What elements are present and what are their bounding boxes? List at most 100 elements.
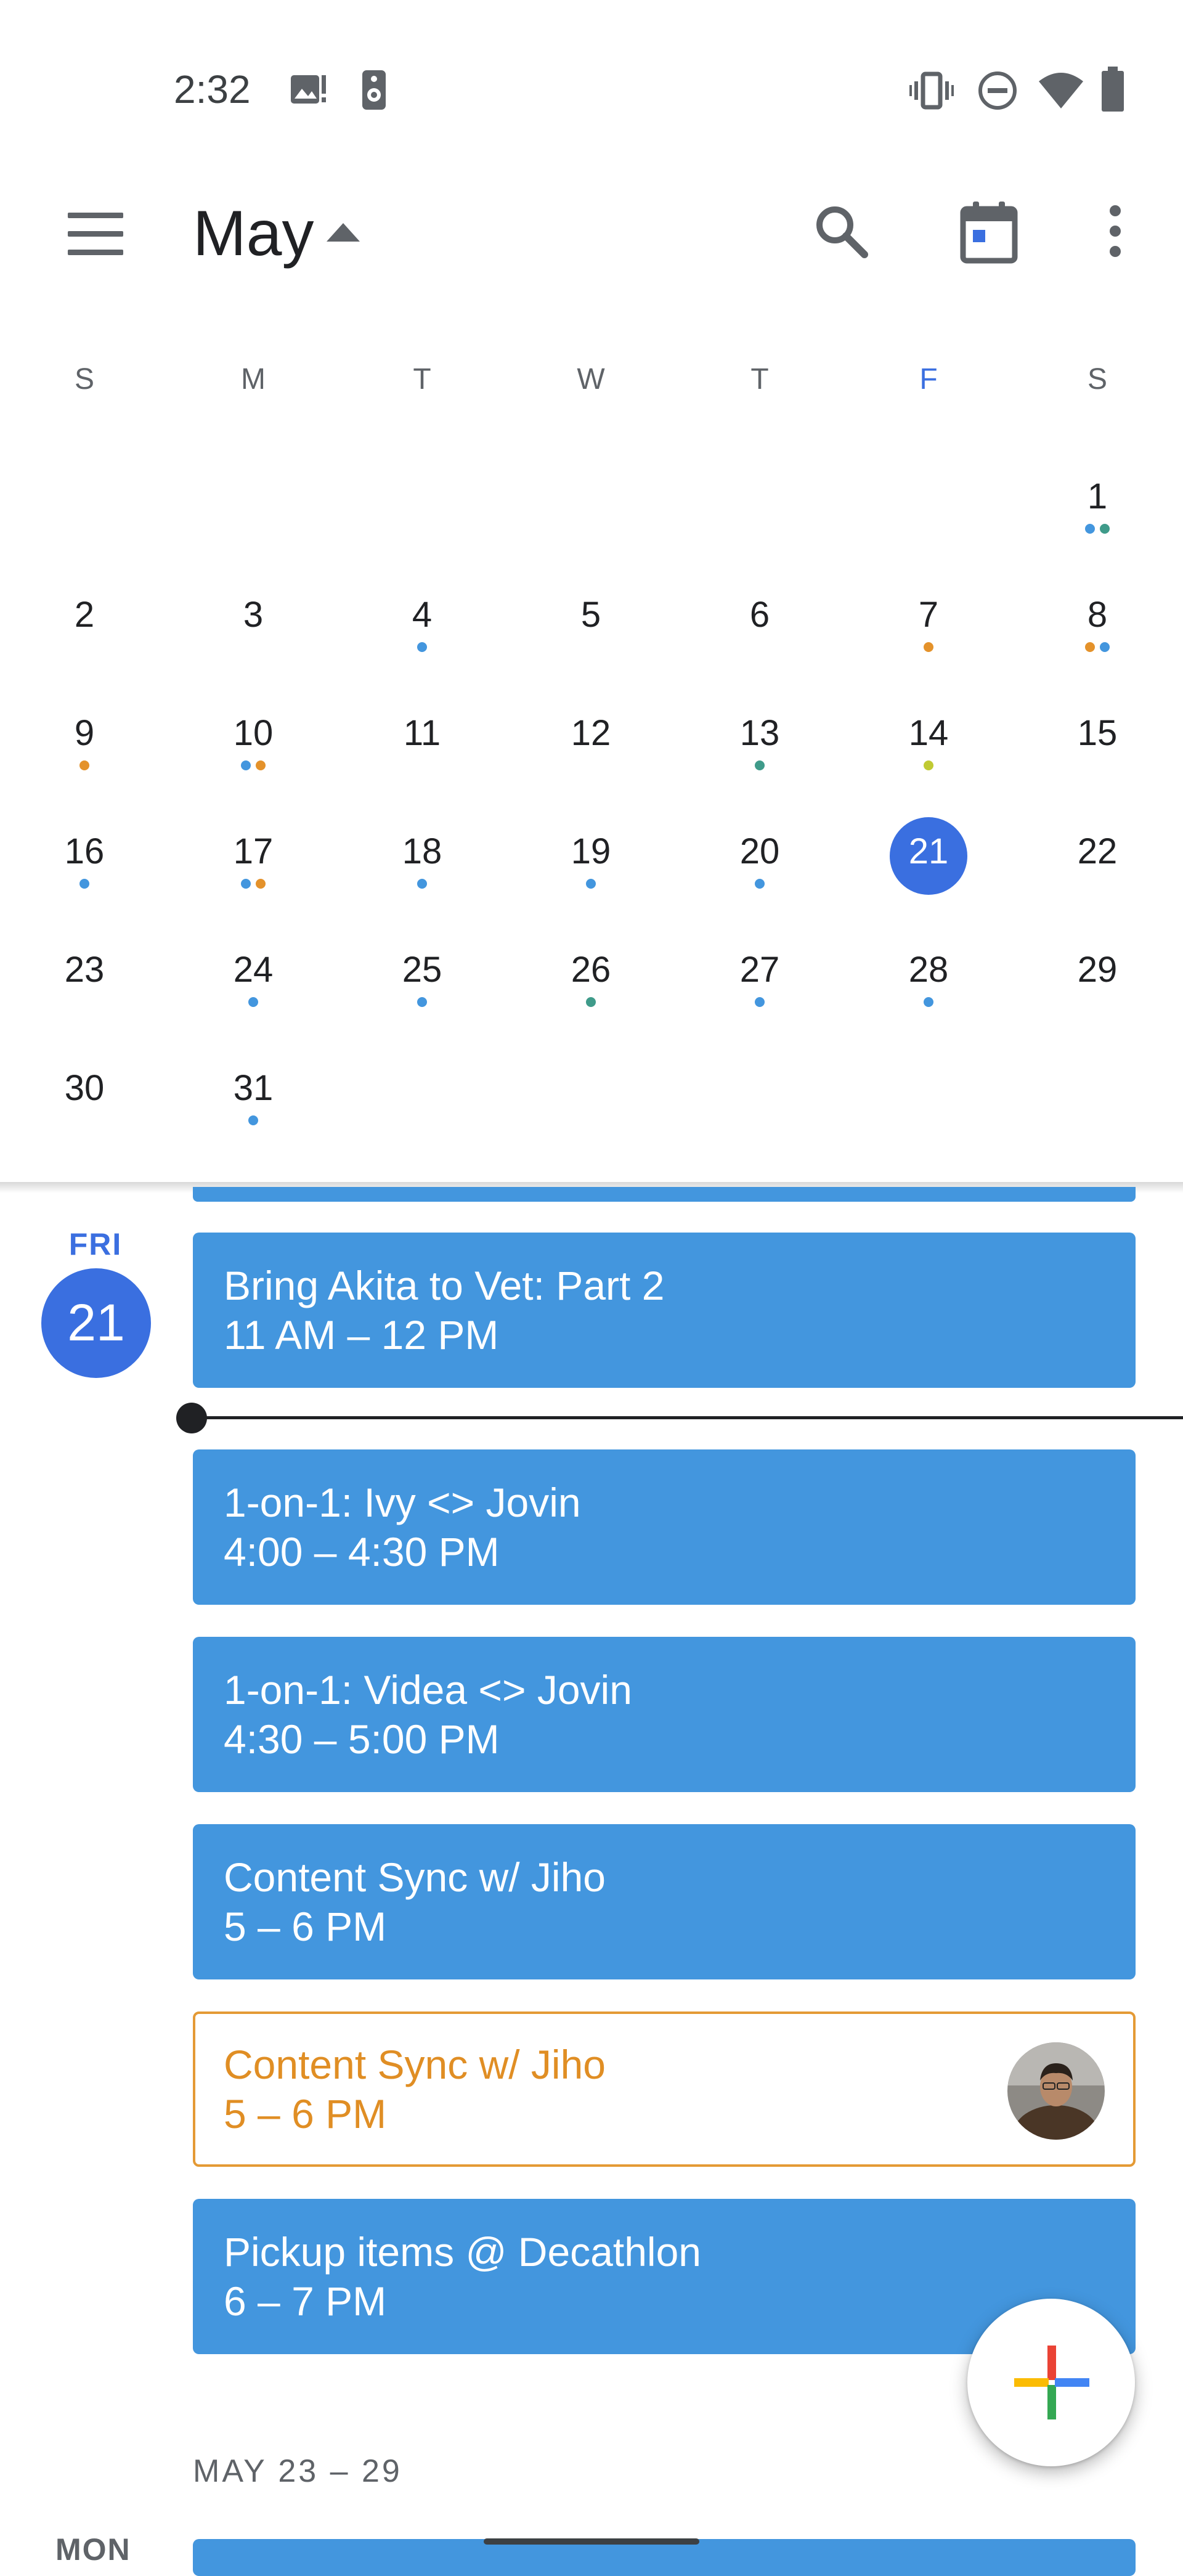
status-time: 2:32 [174,67,251,112]
calendar-day[interactable]: 11 [367,699,478,810]
event-dot [417,642,427,652]
calendar-day[interactable]: 6 [704,581,815,691]
calendar-day[interactable]: 5 [535,581,646,691]
calendar-day[interactable]: 20 [704,817,815,928]
agenda-date-number: 21 [67,1294,125,1351]
event-dot [1100,642,1110,652]
event-indicator-dots [198,760,309,770]
day-number: 21 [908,831,949,871]
calendar-day[interactable]: 23 [29,935,140,1046]
calendar-day[interactable]: 17 [198,817,309,928]
calendar-day[interactable]: 26 [535,935,646,1046]
weekday-label: F [919,363,938,396]
event-dot [924,760,933,770]
event-card[interactable] [193,1187,1136,1202]
today-icon [960,202,1018,264]
calendar-day[interactable]: 28 [873,935,984,1046]
calendar-day[interactable]: 30 [29,1054,140,1165]
day-number: 2 [74,595,95,635]
day-number: 25 [402,950,442,990]
calendar-day[interactable]: 1 [1042,462,1153,573]
today-button[interactable] [958,200,1020,267]
calendar-day[interactable]: 16 [29,817,140,928]
day-number: 15 [1077,713,1118,753]
event-dot [248,1115,258,1125]
event-card[interactable] [193,2539,1136,2576]
day-number: 6 [749,595,770,635]
calendar-day[interactable]: 8 [1042,581,1153,691]
calendar-day[interactable]: 2 [29,581,140,691]
wifi-icon [1038,70,1084,113]
calendar-day[interactable]: 19 [535,817,646,928]
event-card[interactable]: Content Sync w/ Jiho 5 – 6 PM [193,1824,1136,1979]
day-number: 27 [739,950,780,990]
calendar-day[interactable]: 27 [704,935,815,1046]
week-range-label: MAY 23 – 29 [193,2453,402,2489]
event-indicator-dots [535,997,646,1007]
calendar-day[interactable]: 25 [367,935,478,1046]
event-title: 1-on-1: Videa <> Jovin [224,1667,632,1713]
event-dot [417,879,427,889]
more-options-button[interactable] [1103,203,1128,262]
calendar-day[interactable]: 29 [1042,935,1153,1046]
event-indicator-dots [198,1115,309,1125]
event-indicator-dots [704,879,815,889]
weekday-label: M [241,363,266,396]
calendar-day[interactable]: 12 [535,699,646,810]
event-dot [1085,642,1095,652]
event-indicator-dots [29,879,140,889]
event-indicator-dots [367,642,478,652]
create-event-button[interactable] [967,2299,1135,2466]
calendar-day[interactable]: 10 [198,699,309,810]
current-time-dot [176,1403,207,1433]
event-card[interactable]: 1-on-1: Videa <> Jovin 4:30 – 5:00 PM [193,1637,1136,1792]
add-icon [1014,2346,1089,2419]
day-number: 23 [64,950,105,990]
search-button[interactable] [810,200,872,265]
calendar-day[interactable]: 7 [873,581,984,691]
home-indicator[interactable] [484,2538,699,2545]
event-card[interactable]: Bring Akita to Vet: Part 2 11 AM – 12 PM [193,1233,1136,1388]
day-number: 5 [580,595,601,635]
calendar-day[interactable]: 31 [198,1054,309,1165]
event-dot [755,997,765,1007]
avatar [1007,2042,1105,2140]
calendar-day[interactable]: 3 [198,581,309,691]
vibrate-icon [909,71,954,113]
calendar-day[interactable]: 15 [1042,699,1153,810]
current-time-line [193,1416,1183,1419]
day-number: 14 [908,713,949,753]
calendar-day[interactable]: 13 [704,699,815,810]
calendar-day[interactable]: 24 [198,935,309,1046]
event-dot [586,879,596,889]
event-indicator-dots [1042,524,1153,534]
speaker-icon [361,69,387,114]
event-indicator-dots [29,760,140,770]
day-number: 31 [233,1068,274,1108]
do-not-disturb-icon [977,70,1018,114]
battery-icon [1100,67,1125,115]
agenda-date-badge[interactable]: 21 [41,1268,151,1378]
calendar-day[interactable]: 4 [367,581,478,691]
day-number: 18 [402,831,442,871]
event-dot [1100,524,1110,534]
menu-button[interactable] [62,206,129,262]
weekday-label: S [74,363,94,396]
event-title: Content Sync w/ Jiho [224,2042,606,2087]
photo-alert-icon [290,73,327,110]
day-number: 17 [233,831,274,871]
day-number: 16 [64,831,105,871]
event-indicator-dots [1042,642,1153,652]
event-card[interactable]: Content Sync w/ Jiho 5 – 6 PM [193,2011,1136,2167]
calendar-day[interactable]: 9 [29,699,140,810]
event-indicator-dots [198,997,309,1007]
event-card[interactable]: 1-on-1: Ivy <> Jovin 4:00 – 4:30 PM [193,1449,1136,1605]
event-dot [755,879,765,889]
calendar-day-today[interactable]: 21 [873,817,984,928]
calendar-day[interactable]: 18 [367,817,478,928]
event-indicator-dots [873,642,984,652]
weekday-label: W [577,363,605,396]
calendar-day[interactable]: 14 [873,699,984,810]
calendar-day[interactable]: 22 [1042,817,1153,928]
day-number: 20 [739,831,780,871]
